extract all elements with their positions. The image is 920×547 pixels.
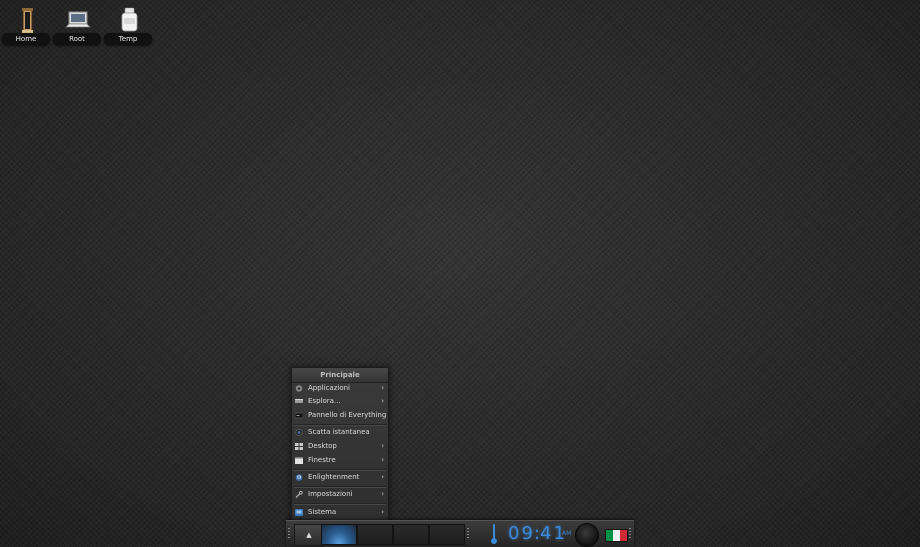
- submenu-arrow-icon: ›: [381, 490, 384, 498]
- enlightenment-icon: [295, 474, 303, 481]
- menu-item-label: Scatta istantanea: [308, 428, 370, 436]
- thermometer-icon: [491, 524, 497, 544]
- menu-item-pannello-everything[interactable]: Pannello di Everything: [292, 409, 388, 422]
- shelf-grip-right[interactable]: [629, 528, 631, 540]
- menu-item-label: Applicazioni: [308, 384, 350, 392]
- everything-panel-icon: [295, 412, 303, 419]
- main-menu: Principale Applicazioni › Esplora... › P…: [291, 367, 389, 522]
- menu-item-label: Finestre: [308, 456, 336, 464]
- submenu-arrow-icon: ›: [381, 456, 384, 464]
- desktop-icon: [295, 443, 303, 450]
- system-icon: [295, 509, 303, 516]
- menu-item-enlightenment[interactable]: Enlightenment ›: [292, 471, 388, 484]
- explore-icon: [295, 399, 303, 403]
- shelf-grip-left[interactable]: [288, 528, 290, 540]
- menu-separator: [294, 503, 386, 505]
- menu-item-scatta-istantanea[interactable]: Scatta istantanea: [292, 426, 388, 439]
- shelf: ▲ 09 : 41 AM: [286, 520, 634, 547]
- desktop-icon-label: Temp: [104, 33, 152, 45]
- trash-bin-icon: [22, 8, 33, 33]
- pager-desk-2[interactable]: [357, 524, 393, 545]
- pager-desk-4[interactable]: [429, 524, 465, 545]
- menu-item-applicazioni[interactable]: Applicazioni ›: [292, 382, 388, 395]
- pager-desk-1[interactable]: [321, 524, 357, 545]
- menu-item-label: Sistema: [308, 508, 337, 516]
- submenu-arrow-icon: ›: [381, 442, 384, 450]
- menu-item-label: Pannello di Everything: [308, 411, 387, 419]
- jar-icon: [121, 7, 138, 32]
- submenu-arrow-icon: ›: [381, 508, 384, 516]
- menu-item-esplora[interactable]: Esplora... ›: [292, 395, 388, 408]
- menu-item-label: Desktop: [308, 442, 337, 450]
- desktop-icon-root[interactable]: Root: [53, 4, 101, 45]
- menu-item-label: Esplora...: [308, 397, 341, 405]
- desktop-icon-label: Home: [2, 33, 50, 45]
- mixer-knob-icon[interactable]: [575, 523, 599, 547]
- menu-item-desktop[interactable]: Desktop ›: [292, 440, 388, 453]
- desktop-icon-home[interactable]: Home: [2, 4, 50, 45]
- screenshot-icon: [295, 429, 303, 436]
- menu-item-impostazioni[interactable]: Impostazioni ›: [292, 488, 388, 501]
- menu-item-sistema[interactable]: Sistema ›: [292, 506, 388, 519]
- submenu-arrow-icon: ›: [381, 397, 384, 405]
- italy-flag-icon[interactable]: [605, 529, 628, 542]
- clock-hours: 09: [508, 523, 535, 544]
- clock-period: AM: [562, 530, 572, 537]
- settings-wrench-icon: [295, 491, 303, 498]
- menu-item-label: Impostazioni: [308, 490, 353, 498]
- menu-item-label: Enlightenment: [308, 473, 360, 481]
- submenu-arrow-icon: ›: [381, 473, 384, 481]
- desktop-icon-temp[interactable]: Temp: [104, 4, 152, 45]
- pager-desk-3[interactable]: [393, 524, 429, 545]
- shelf-grip-mid[interactable]: [467, 528, 469, 540]
- windows-icon: [295, 457, 303, 464]
- menu-item-finestre[interactable]: Finestre ›: [292, 454, 388, 467]
- applications-icon: [295, 385, 303, 392]
- submenu-arrow-icon: ›: [381, 384, 384, 392]
- desktop-icon-label: Root: [53, 33, 101, 45]
- menu-title: Principale: [292, 368, 388, 383]
- start-menu-button[interactable]: ▲: [294, 524, 324, 546]
- laptop-icon: [65, 11, 91, 28]
